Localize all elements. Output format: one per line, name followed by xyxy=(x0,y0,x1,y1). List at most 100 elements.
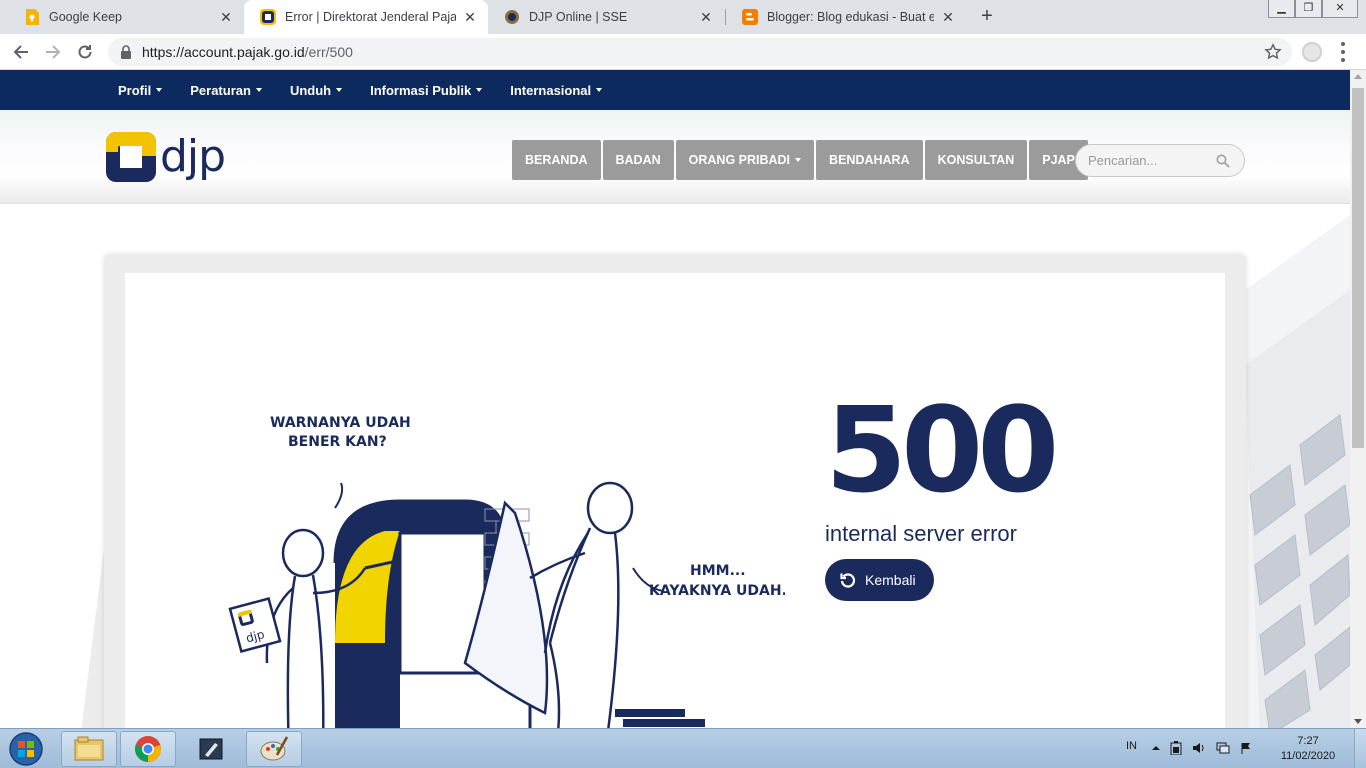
topnav-label: Profil xyxy=(118,82,152,98)
back-button[interactable] xyxy=(8,39,34,65)
taskbar-clock[interactable]: 7:27 11/02/2020 xyxy=(1276,734,1340,764)
error-code: 500 xyxy=(825,381,1059,519)
search-icon[interactable] xyxy=(1216,154,1230,168)
system-tray xyxy=(1152,741,1262,755)
tab-blogger[interactable]: Blogger: Blog edukasi - Buat entri ✕ xyxy=(726,0,966,34)
close-icon[interactable]: ✕ xyxy=(698,9,714,25)
nav-label: ORANG PRIBADI xyxy=(688,153,791,167)
close-icon[interactable]: ✕ xyxy=(218,9,234,25)
caret-down-icon xyxy=(476,88,483,92)
logo-text: djp xyxy=(160,131,226,182)
page-viewport: Profil Peraturan Unduh Informasi Publik … xyxy=(0,70,1350,728)
painters-illustration: djp WARNANYA UDAH BENER KAN? HMM... KAYA… xyxy=(228,415,785,728)
topnav-label: Informasi Publik xyxy=(370,82,472,98)
address-bar[interactable]: https://account.pajak.go.id/err/500 xyxy=(108,38,1292,66)
djp-logo[interactable]: djp xyxy=(106,132,226,182)
chrome-icon xyxy=(135,736,161,762)
topnav-peraturan[interactable]: Peraturan xyxy=(190,83,262,98)
taskbar-chrome[interactable] xyxy=(120,731,176,767)
back-arrow-icon xyxy=(13,45,28,59)
error-card: djp WARNANYA UDAH BENER KAN? HMM... KAYA… xyxy=(104,254,1246,728)
reload-button[interactable] xyxy=(72,39,98,65)
kembali-button[interactable]: Kembali xyxy=(825,559,934,601)
nav-bendahara[interactable]: BENDAHARA xyxy=(816,140,923,180)
topnav-label: Unduh xyxy=(289,82,332,98)
close-icon[interactable]: ✕ xyxy=(940,9,956,25)
djp-logo-icon xyxy=(106,132,156,182)
nav-label: BERANDA xyxy=(525,153,588,167)
profile-avatar[interactable] xyxy=(1302,42,1322,62)
windows-taskbar: IN 7:27 11/02/2020 xyxy=(0,728,1366,768)
action-center-flag-icon[interactable] xyxy=(1240,742,1252,754)
topnav-internasional[interactable]: Internasional xyxy=(510,82,603,98)
tab-djp-online[interactable]: DJP Online | SSE ✕ xyxy=(488,0,724,34)
search-input[interactable]: Pencarian... xyxy=(1075,144,1245,177)
tab-title: Google Keep xyxy=(49,10,122,24)
language-indicator[interactable]: IN xyxy=(1126,740,1137,752)
show-desktop-button[interactable] xyxy=(1354,729,1366,768)
scrollbar-thumb[interactable] xyxy=(1352,88,1364,448)
paint-palette-icon xyxy=(260,736,289,761)
new-tab-button[interactable]: + xyxy=(976,5,998,27)
djp-icon xyxy=(260,9,276,25)
top-navigation: Profil Peraturan Unduh Informasi Publik … xyxy=(0,70,1350,110)
kembali-label: Kembali xyxy=(865,572,916,588)
topnav-informasi-publik[interactable]: Informasi Publik xyxy=(370,82,483,98)
forward-arrow-icon xyxy=(46,45,61,59)
clock-date: 11/02/2020 xyxy=(1280,750,1336,762)
lock-icon xyxy=(120,45,134,59)
topnav-unduh[interactable]: Unduh xyxy=(289,82,343,98)
close-window-button[interactable]: ✕ xyxy=(1322,0,1358,18)
building-edge-image xyxy=(81,540,110,728)
keep-icon xyxy=(24,9,40,25)
site-header: djp BERANDA BADAN ORANG PRIBADI BENDAHAR… xyxy=(0,110,1350,204)
main-navigation: BERANDA BADAN ORANG PRIBADI BENDAHARA KO… xyxy=(512,140,1090,180)
nav-konsultan[interactable]: KONSULTAN xyxy=(924,140,1028,180)
browser-toolbar: https://account.pajak.go.id/err/500 xyxy=(0,34,1366,70)
caret-down-icon xyxy=(596,88,603,92)
scroll-down-icon[interactable] xyxy=(1354,719,1362,724)
tab-google-keep[interactable]: Google Keep ✕ xyxy=(8,0,244,34)
network-icon[interactable] xyxy=(1216,742,1230,754)
forward-button[interactable] xyxy=(40,39,66,65)
volume-icon[interactable] xyxy=(1192,742,1206,754)
error-card-body: djp WARNANYA UDAH BENER KAN? HMM... KAYA… xyxy=(125,273,1225,728)
taskbar-paint[interactable] xyxy=(246,731,302,767)
error-message: internal server error xyxy=(825,521,1017,546)
folder-icon xyxy=(74,736,104,761)
caret-down-icon xyxy=(156,88,163,92)
nav-label: BADAN xyxy=(615,153,661,167)
topnav-profil[interactable]: Profil xyxy=(118,82,163,98)
close-icon[interactable]: ✕ xyxy=(462,9,478,25)
caret-down-icon xyxy=(795,158,802,162)
caret-down-icon xyxy=(255,88,262,92)
speech-left-line2: BENER KAN? xyxy=(288,434,387,450)
nav-beranda[interactable]: BERANDA xyxy=(512,140,601,180)
speech-left-line1: WARNANYA UDAH xyxy=(270,415,411,431)
undo-icon xyxy=(840,573,856,588)
topnav-label: Internasional xyxy=(510,82,592,98)
tab-error-djp[interactable]: Error | Direktorat Jenderal Pajak ✕ xyxy=(244,0,488,34)
show-hidden-icons-icon[interactable] xyxy=(1152,744,1160,752)
caret-down-icon xyxy=(336,88,343,92)
nav-orang-pribadi[interactable]: ORANG PRIBADI xyxy=(675,140,815,180)
maximize-button[interactable]: ❐ xyxy=(1295,0,1322,18)
windows-start-icon xyxy=(9,732,43,766)
djp-online-icon xyxy=(504,9,520,25)
taskbar-editor[interactable] xyxy=(183,731,239,767)
bookmark-star-icon[interactable] xyxy=(1264,43,1282,61)
scroll-up-icon[interactable] xyxy=(1354,74,1362,79)
tab-strip: Google Keep ✕ Error | Direktorat Jendera… xyxy=(0,0,1366,34)
nav-label: BENDAHARA xyxy=(829,153,910,167)
start-button[interactable] xyxy=(6,731,46,767)
taskbar-explorer[interactable] xyxy=(61,731,117,767)
minimize-button[interactable]: ▁ xyxy=(1268,0,1295,18)
nav-badan[interactable]: BADAN xyxy=(602,140,674,180)
tab-title: Error | Direktorat Jenderal Pajak xyxy=(285,10,456,24)
menu-kebab-icon[interactable] xyxy=(1340,42,1346,62)
page-scrollbar[interactable] xyxy=(1350,70,1366,728)
pen-window-icon xyxy=(199,738,223,760)
reload-icon xyxy=(78,45,92,59)
battery-icon[interactable] xyxy=(1170,741,1182,755)
blogger-icon xyxy=(742,9,758,25)
